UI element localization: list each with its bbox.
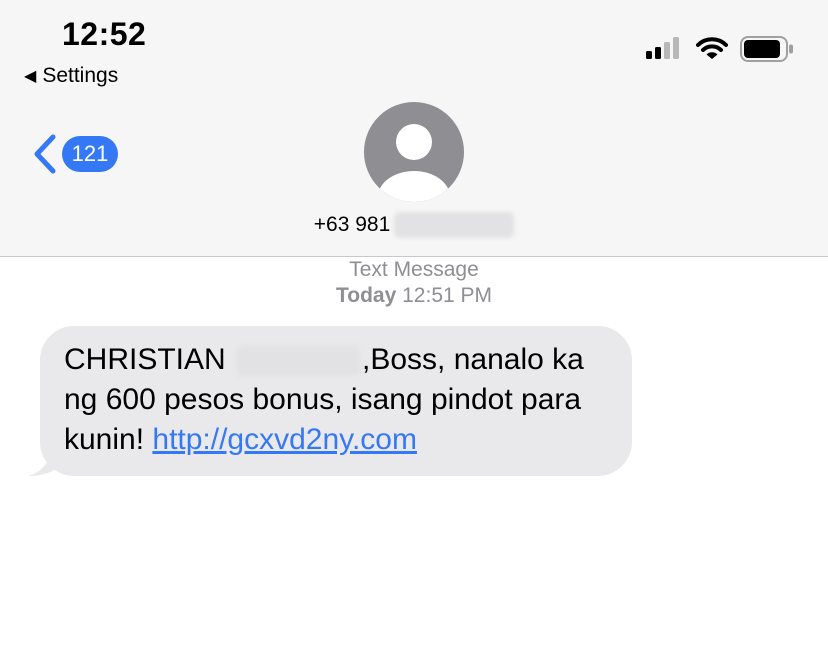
back-to-settings[interactable]: ◀ Settings bbox=[24, 64, 118, 88]
redacted-number bbox=[394, 212, 515, 238]
back-settings-label: Settings bbox=[42, 64, 119, 87]
contact-name[interactable]: +63 981 bbox=[0, 212, 828, 238]
back-button[interactable]: 121 bbox=[32, 134, 118, 174]
message-timestamp: Today 12:51 PM bbox=[0, 284, 828, 308]
contact-number: +63 981 bbox=[313, 213, 391, 236]
status-time: 12:52 bbox=[62, 16, 147, 52]
person-avatar-icon[interactable] bbox=[364, 102, 464, 202]
back-triangle-icon: ◀ bbox=[24, 68, 37, 85]
back-chevron-icon bbox=[34, 134, 56, 174]
conversation-header: 12:52 ◀ Settings 121 +63 981 bbox=[0, 0, 828, 257]
timestamp-day: Today bbox=[335, 284, 397, 307]
message-name: CHRISTIAN bbox=[64, 343, 226, 376]
timestamp-time: 12:51 PM bbox=[402, 284, 493, 307]
signal-icon bbox=[646, 37, 679, 59]
service-label: Text Message bbox=[349, 258, 479, 281]
unread-count-badge: 121 bbox=[62, 136, 118, 172]
message-bubble[interactable]: CHRISTIAN ,Boss, nanalo ka ng 600 pesos … bbox=[40, 326, 632, 476]
wifi-icon bbox=[696, 37, 728, 59]
status-icons bbox=[646, 36, 794, 62]
message-link[interactable]: http://gcxvd2ny.com bbox=[152, 423, 417, 456]
battery-icon bbox=[740, 36, 793, 62]
message-bubble-container: CHRISTIAN ,Boss, nanalo ka ng 600 pesos … bbox=[28, 326, 632, 476]
redacted-surname bbox=[236, 346, 361, 377]
